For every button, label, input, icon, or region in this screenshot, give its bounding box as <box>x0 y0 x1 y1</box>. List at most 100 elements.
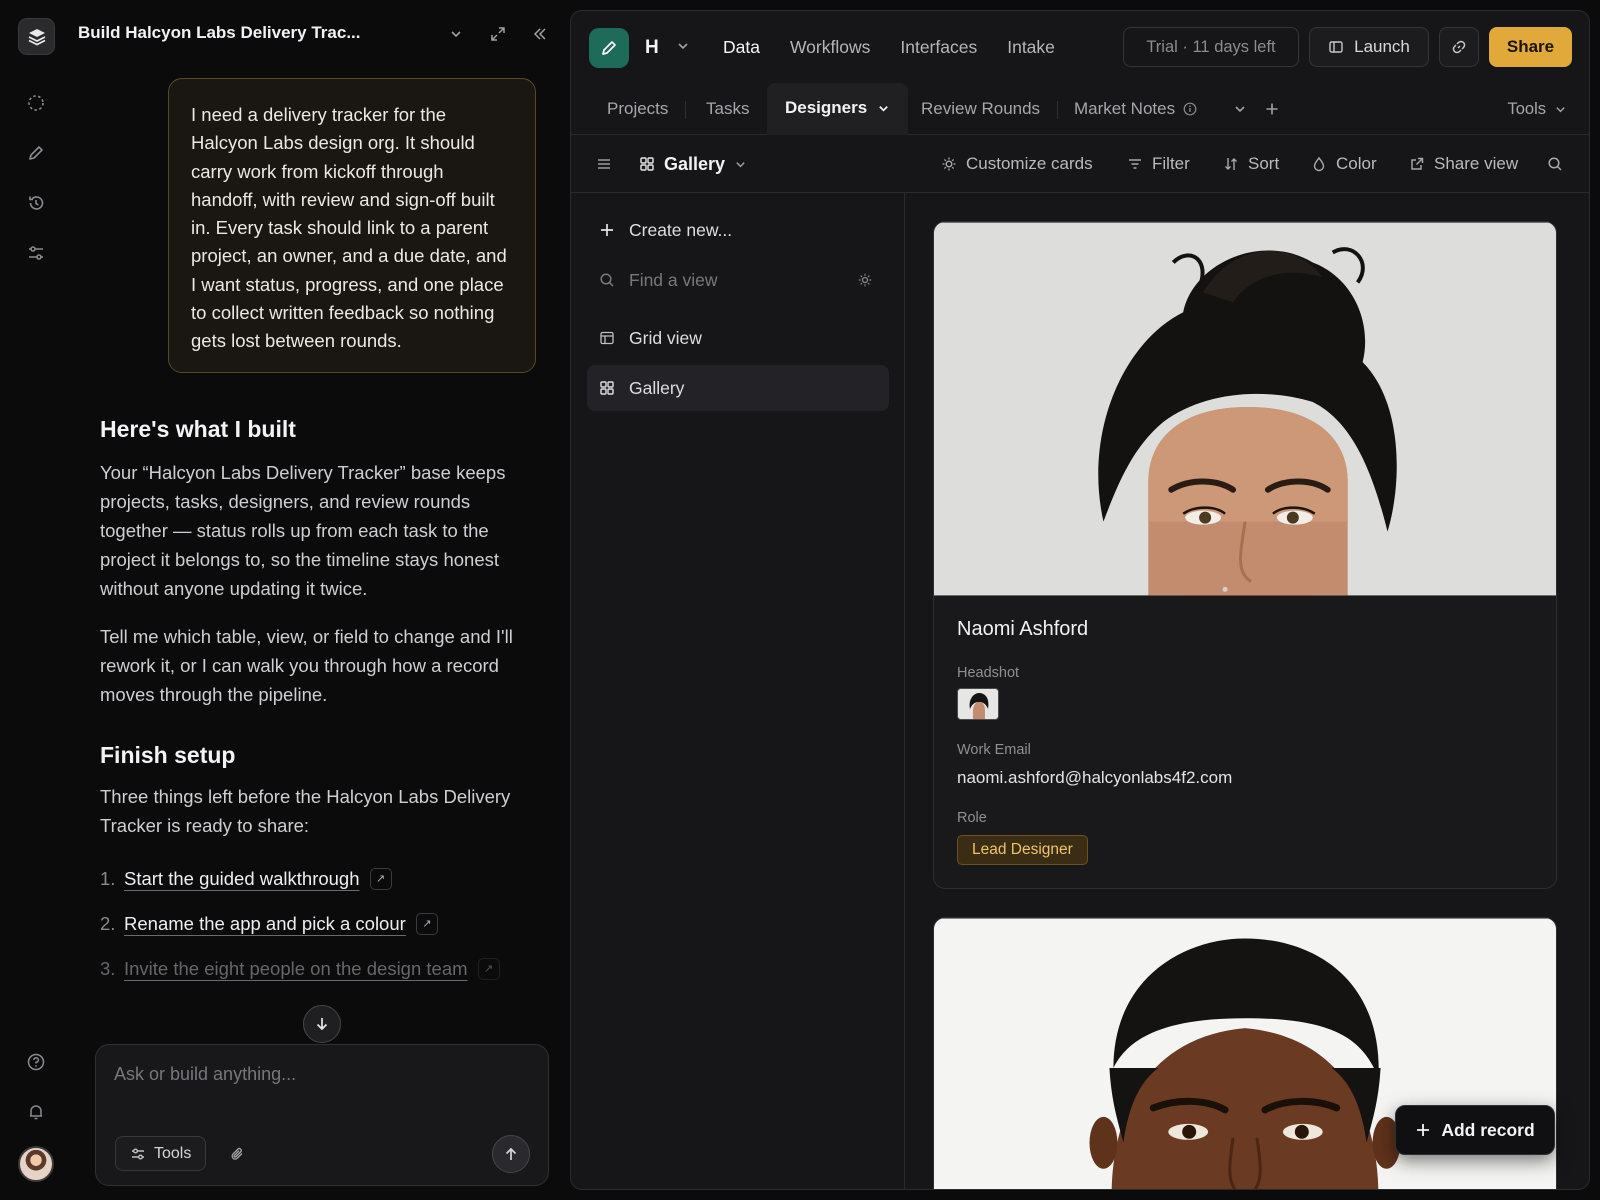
chevron-down-icon[interactable] <box>446 24 466 44</box>
view-item-gallery[interactable]: Gallery <box>587 365 889 411</box>
loading-circle-icon[interactable] <box>24 91 48 115</box>
chevron-down-icon[interactable] <box>676 39 690 53</box>
view-name: Gallery <box>664 153 726 174</box>
record-card[interactable]: Naomi Ashford Headshot Work Email naomi.… <box>933 221 1557 889</box>
setup-steps-list: 1. Start the guided walkthrough ↗ 2. Ren… <box>100 856 540 991</box>
nav-interfaces[interactable]: Interfaces <box>900 37 977 58</box>
chat-composer: Tools <box>95 1044 549 1186</box>
gallery-area: Naomi Ashford Headshot Work Email naomi.… <box>905 193 1589 1189</box>
step-number: 2. <box>100 912 116 934</box>
expand-icon[interactable] <box>488 24 508 44</box>
customize-cards-button[interactable]: Customize cards <box>941 135 1093 193</box>
step-link-invite[interactable]: Invite the eight people on the design te… <box>124 958 468 980</box>
help-icon[interactable] <box>24 1050 48 1074</box>
find-view-search[interactable]: Find a view <box>587 257 889 303</box>
setup-step: 3. Invite the eight people on the design… <box>100 946 540 991</box>
chevron-down-icon <box>1556 106 1565 112</box>
chat-header: Build Halcyon Labs Delivery Trac... <box>78 20 558 48</box>
step-link-walkthrough[interactable]: Start the guided walkthrough <box>124 868 360 890</box>
app-name[interactable]: H <box>645 37 659 59</box>
tab-review-rounds[interactable]: Review Rounds <box>921 83 1059 135</box>
views-sidebar: Create new... Find a view Grid view Gall… <box>571 193 905 1189</box>
step-link-rename[interactable]: Rename the app and pick a colour <box>124 913 406 935</box>
create-new-view-button[interactable]: Create new... <box>587 207 889 253</box>
arrow-up-icon <box>505 1147 517 1160</box>
color-button[interactable]: Color <box>1311 135 1377 193</box>
filter-label: Filter <box>1152 154 1190 173</box>
search-icon[interactable] <box>1547 135 1563 193</box>
hamburger-menu-icon[interactable] <box>595 135 613 193</box>
tab-designers[interactable]: Designers <box>767 83 909 135</box>
chevron-down-icon <box>736 161 745 167</box>
search-icon <box>600 273 614 287</box>
history-icon[interactable] <box>24 191 48 215</box>
user-avatar[interactable] <box>18 1146 54 1182</box>
tab-market-notes-label: Market Notes <box>1074 99 1176 118</box>
tab-projects-label: Projects <box>607 99 669 118</box>
sun-gear-icon <box>942 157 956 171</box>
gallery-grid-icon <box>600 381 614 395</box>
setup-intro: Three things left before the Halcyon Lab… <box>100 786 511 836</box>
copy-link-button[interactable] <box>1439 27 1479 67</box>
sort-button[interactable]: Sort <box>1223 135 1279 193</box>
sort-icon <box>1225 158 1237 170</box>
share-button[interactable]: Share <box>1489 27 1572 67</box>
sliders-icon[interactable] <box>24 241 48 265</box>
nav-intake[interactable]: Intake <box>1007 37 1055 58</box>
bell-icon[interactable] <box>24 1100 48 1124</box>
record-name: Naomi Ashford <box>957 618 1089 640</box>
plus-icon <box>1417 1124 1430 1136</box>
launch-button[interactable]: Launch <box>1309 27 1429 67</box>
view-item-gallery-label: Gallery <box>629 377 685 398</box>
pencil-icon[interactable] <box>24 141 48 165</box>
more-tabs-chevron-icon[interactable] <box>1233 83 1247 135</box>
tools-menu-label: Tools <box>1507 99 1546 118</box>
trial-badge[interactable]: Trial · 11 days left <box>1123 27 1299 67</box>
filter-icon <box>1129 159 1141 169</box>
layers-logo-icon[interactable] <box>18 18 55 55</box>
share-view-label: Share view <box>1434 154 1519 173</box>
external-link-icon[interactable]: ↗ <box>477 957 500 980</box>
chat-title[interactable]: Build Halcyon Labs Delivery Trac... <box>78 23 361 43</box>
launch-label: Launch <box>1354 37 1410 56</box>
share-view-button[interactable]: Share view <box>1409 135 1518 193</box>
view-item-grid-label: Grid view <box>629 327 702 348</box>
info-icon <box>1183 102 1197 116</box>
view-item-grid[interactable]: Grid view <box>587 315 889 361</box>
headshot-photo <box>934 222 1556 596</box>
app-topbar: H Data Workflows Interfaces Intake Trial… <box>571 11 1589 83</box>
paperclip-icon[interactable] <box>226 1143 248 1165</box>
tab-projects[interactable]: Projects <box>607 83 687 135</box>
built-heading: Here's what I built <box>100 416 296 442</box>
add-table-plus-icon[interactable] <box>1265 83 1279 135</box>
color-label: Color <box>1336 154 1377 173</box>
setup-step: 1. Start the guided walkthrough ↗ <box>100 856 540 901</box>
field-label-role: Role <box>957 810 987 826</box>
edit-app-icon[interactable] <box>589 28 629 68</box>
filter-button[interactable]: Filter <box>1127 135 1190 193</box>
external-link-icon[interactable]: ↗ <box>369 867 392 890</box>
tab-tasks[interactable]: Tasks <box>706 83 749 135</box>
tab-review-rounds-label: Review Rounds <box>921 99 1041 118</box>
nav-workflows[interactable]: Workflows <box>790 37 870 58</box>
add-record-button[interactable]: Add record <box>1395 1105 1555 1155</box>
send-button[interactable] <box>492 1135 530 1173</box>
chat-input[interactable] <box>114 1061 524 1087</box>
scroll-down-button[interactable] <box>303 1005 341 1043</box>
nav-data[interactable]: Data <box>723 37 760 58</box>
sliders-icon <box>132 1148 144 1159</box>
view-switcher[interactable]: Gallery <box>639 135 747 193</box>
headshot-thumbnail[interactable] <box>957 688 999 720</box>
external-link-icon[interactable]: ↗ <box>415 912 438 935</box>
droplet-icon <box>1313 156 1325 172</box>
left-rail <box>0 0 72 1200</box>
setup-step: 2. Rename the app and pick a colour ↗ <box>100 901 540 946</box>
tools-menu[interactable]: Tools <box>1507 83 1567 135</box>
tab-market-notes[interactable]: Market Notes <box>1074 83 1197 135</box>
view-toolbar: Gallery Customize cards Filter Sort Colo… <box>571 135 1589 193</box>
sort-label: Sort <box>1248 154 1280 173</box>
work-email-value[interactable]: naomi.ashford@halcyonlabs4f2.com <box>957 768 1232 788</box>
collapse-panel-icon[interactable] <box>530 24 550 44</box>
composer-tools-button[interactable]: Tools <box>115 1136 207 1171</box>
tab-tasks-label: Tasks <box>706 99 750 118</box>
